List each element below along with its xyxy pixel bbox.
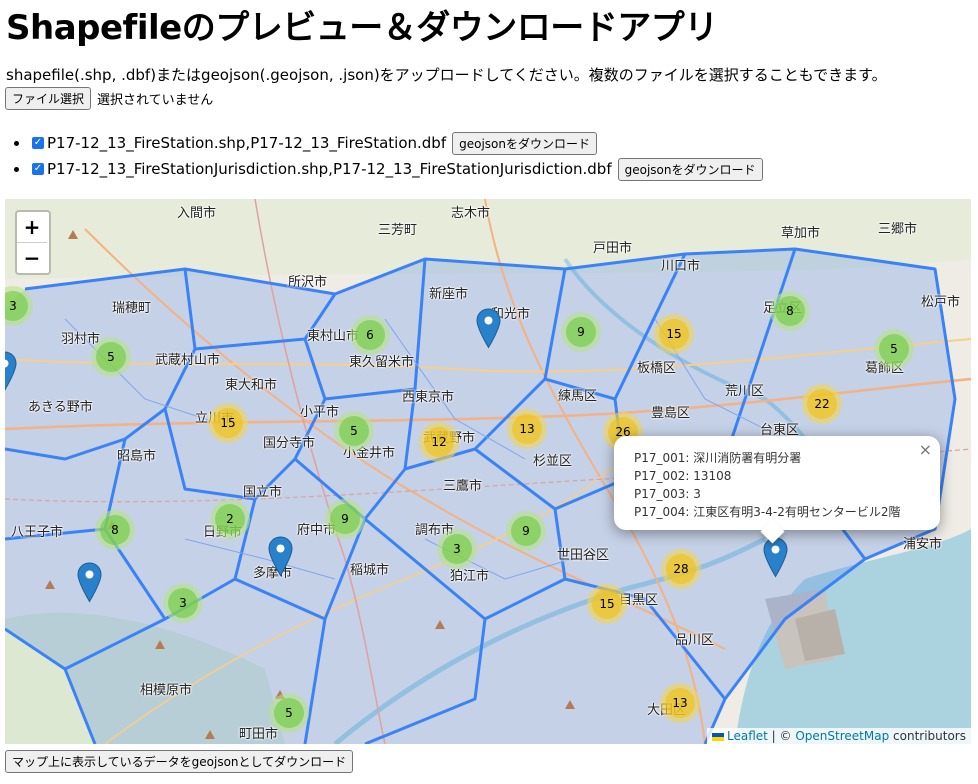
map-view[interactable]: 入間市 志木市 三芳町 戸田市 草加市 三郷市 川口市 所沢市 新座市 和光市 瑞穂町 羽村市 東村山市… <box>5 199 971 744</box>
place-label: 入間市 <box>177 206 217 221</box>
leaflet-link[interactable]: Leaflet <box>727 729 768 743</box>
marker-cluster[interactable]: 15 <box>654 314 694 354</box>
file-input[interactable]: ファイル選択 選択されていません <box>5 87 213 110</box>
list-item: ✓ P17-12_13_FireStationJurisdiction.shp,… <box>14 156 763 182</box>
zoom-control: + − <box>15 210 51 275</box>
list-item: ✓ P17-12_13_FireStation.shp,P17-12_13_Fi… <box>14 130 763 156</box>
marker-cluster[interactable]: 5 <box>269 693 309 733</box>
marker-cluster[interactable]: 15 <box>208 403 248 443</box>
place-label: あきる野市 <box>28 400 93 415</box>
download-geojson-button[interactable]: geojsonをダウンロード <box>617 157 763 181</box>
instructions-text: shapefile(.shp, .dbf)またはgeojson(.geojson… <box>6 66 887 84</box>
download-displayed-geojson-button[interactable]: マップ上に表示しているデータをgeojsonとしてダウンロード <box>5 750 354 773</box>
marker-cluster[interactable]: 13 <box>507 409 547 449</box>
marker-cluster[interactable]: 9 <box>561 312 601 352</box>
marker-cluster[interactable]: 9 <box>325 499 365 539</box>
marker-cluster[interactable]: 5 <box>334 411 374 451</box>
marker-cluster[interactable]: 8 <box>95 510 135 550</box>
popup-content: P17_001: 深川消防署有明分署 P17_002: 13108 P17_00… <box>614 436 940 534</box>
place-label: 昭島市 <box>117 449 157 464</box>
marker-cluster[interactable]: 22 <box>802 384 842 424</box>
download-geojson-button[interactable]: geojsonをダウンロード <box>452 131 597 155</box>
layer-checkbox[interactable]: ✓ <box>32 163 44 175</box>
place-label: 町田市 <box>239 727 279 742</box>
marker-cluster[interactable]: 13 <box>660 683 700 723</box>
place-label: 三鷹市 <box>443 479 483 494</box>
place-label: 所沢市 <box>288 275 328 290</box>
marker-cluster[interactable]: 2 <box>210 499 250 539</box>
place-label: 川口市 <box>661 259 701 274</box>
place-label: 板橋区 <box>637 361 677 376</box>
popup-line: P17_003: 3 <box>634 487 701 501</box>
popup-line: P17_001: 深川消防署有明分署 <box>634 451 802 465</box>
place-label: 武蔵村山市 <box>155 353 221 368</box>
map-pin-icon[interactable] <box>5 351 17 392</box>
marker-cluster[interactable]: 3 <box>437 529 477 569</box>
file-name: P17-12_13_FireStationJurisdiction.shp,P1… <box>47 160 612 178</box>
place-label: 西東京市 <box>402 390 455 405</box>
marker-cluster[interactable]: 5 <box>91 337 131 377</box>
place-label: 瑞穂町 <box>112 301 152 316</box>
place-label: 豊島区 <box>651 406 691 421</box>
map-pin-icon[interactable] <box>77 562 102 603</box>
place-label: 戸田市 <box>593 241 633 256</box>
place-label: 国分寺市 <box>263 436 316 451</box>
marker-cluster[interactable]: 28 <box>661 549 701 589</box>
place-label: 松戸市 <box>921 295 961 310</box>
marker-cluster[interactable]: 15 <box>587 584 627 624</box>
place-label: 東久留米市 <box>349 355 415 370</box>
place-label: 草加市 <box>781 226 821 241</box>
map-pin-icon[interactable] <box>268 536 293 577</box>
place-label: 三郷市 <box>878 222 918 237</box>
marker-cluster[interactable]: 12 <box>419 422 459 462</box>
place-label: 志木市 <box>451 206 491 221</box>
uploaded-file-list: ✓ P17-12_13_FireStation.shp,P17-12_13_Fi… <box>14 130 763 182</box>
popup-line: P17_004: 江東区有明3-4-2有明センタービル2階 <box>634 505 901 519</box>
map-attribution: Leaflet | © OpenStreetMap contributors <box>707 728 971 744</box>
file-name: P17-12_13_FireStation.shp,P17-12_13_Fire… <box>47 134 447 152</box>
osm-link[interactable]: OpenStreetMap <box>795 729 889 743</box>
place-label: 八王子市 <box>11 525 64 540</box>
feature-popup: × P17_001: 深川消防署有明分署 P17_002: 13108 P17_… <box>614 436 940 544</box>
zoom-in-button[interactable]: + <box>17 212 47 243</box>
place-label: 小平市 <box>300 405 340 420</box>
popup-line: P17_002: 13108 <box>634 469 732 483</box>
place-label: 杉並区 <box>533 454 573 469</box>
map-pin-icon[interactable] <box>763 537 788 578</box>
close-icon[interactable]: × <box>919 440 932 459</box>
place-label: 相模原市 <box>140 683 193 698</box>
place-label: 練馬区 <box>558 389 598 404</box>
place-label: 三芳町 <box>378 223 418 238</box>
no-file-selected-label: 選択されていません <box>97 93 214 108</box>
place-label: 荒川区 <box>725 384 765 399</box>
place-label: 世田谷区 <box>557 548 610 563</box>
ukraine-flag-icon <box>712 732 724 741</box>
place-label: 稲城市 <box>350 563 390 578</box>
place-label: 浦安市 <box>903 537 943 552</box>
place-label: 新座市 <box>429 287 469 302</box>
map-pin-icon[interactable] <box>476 308 501 349</box>
zoom-out-button[interactable]: − <box>17 243 47 273</box>
place-label: 品川区 <box>675 633 715 648</box>
place-label: 国立市 <box>243 485 283 500</box>
choose-file-button[interactable]: ファイル選択 <box>5 87 92 110</box>
marker-cluster[interactable]: 8 <box>770 291 810 331</box>
page-title: Shapefileのプレビュー＆ダウンロードアプリ <box>6 8 718 48</box>
marker-cluster[interactable]: 6 <box>350 315 390 355</box>
marker-cluster[interactable]: 9 <box>506 511 546 551</box>
place-label: 東大和市 <box>225 378 278 393</box>
marker-cluster[interactable]: 3 <box>163 583 203 623</box>
marker-cluster[interactable]: 5 <box>874 329 914 369</box>
layer-checkbox[interactable]: ✓ <box>32 137 44 149</box>
